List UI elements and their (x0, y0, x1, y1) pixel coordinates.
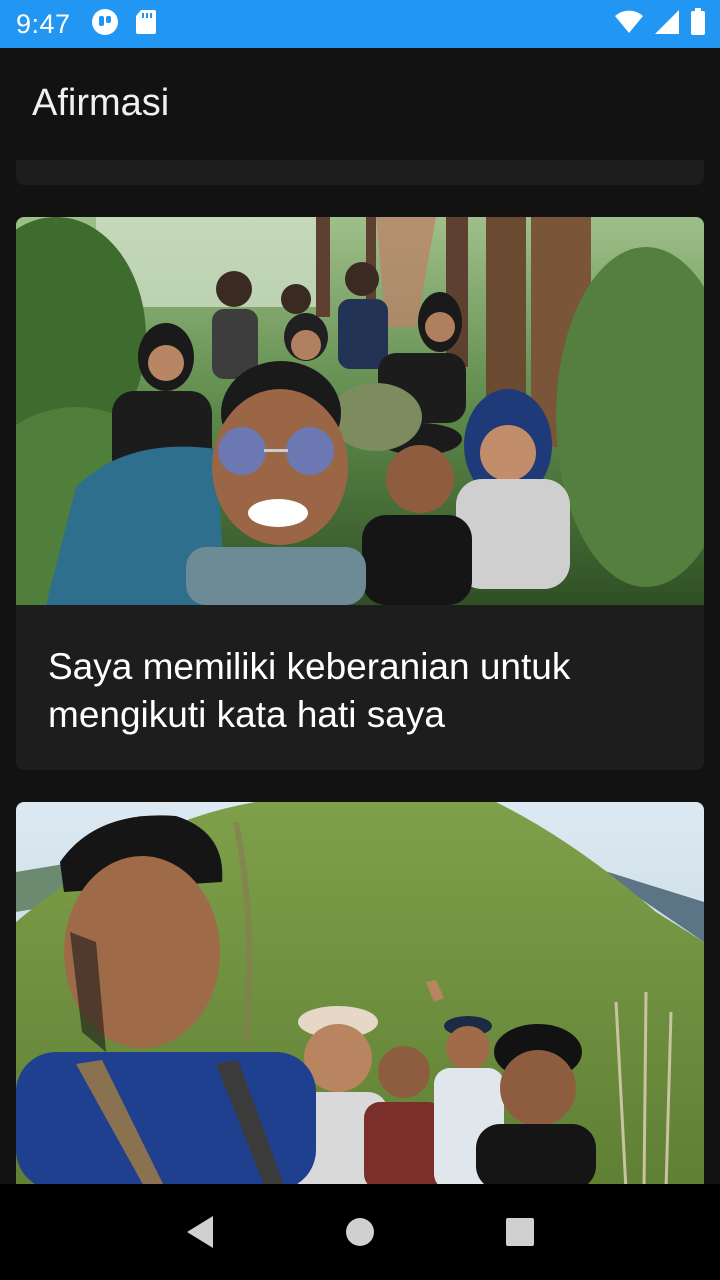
affirmation-text: Saya memiliki keberanian untuk mengikuti… (48, 646, 571, 735)
app-bar: Afirmasi (0, 48, 720, 160)
notification-app-icon (91, 8, 119, 41)
card-photo (16, 217, 704, 605)
back-icon (187, 1216, 213, 1248)
cell-signal-icon (654, 9, 680, 40)
recents-button[interactable] (490, 1202, 550, 1262)
affirmation-card[interactable]: Saya memiliki keberanian untuk mengikuti… (16, 217, 704, 770)
affirmation-list[interactable]: Saya memiliki keberanian untuk mengikuti… (0, 160, 720, 1184)
card-photo (16, 802, 704, 1184)
affirmation-card[interactable] (16, 160, 704, 185)
page-title: Afirmasi (32, 82, 170, 124)
affirmation-card[interactable] (16, 802, 704, 1184)
system-nav-bar (0, 1184, 720, 1280)
back-button[interactable] (170, 1202, 230, 1262)
wifi-icon (614, 10, 644, 39)
status-bar: 9:47 (0, 0, 720, 48)
sd-card-icon (135, 9, 157, 40)
home-button[interactable] (330, 1202, 390, 1262)
status-time: 9:47 (16, 8, 71, 39)
recents-icon (506, 1218, 534, 1246)
home-icon (346, 1218, 374, 1246)
battery-icon (690, 7, 706, 41)
